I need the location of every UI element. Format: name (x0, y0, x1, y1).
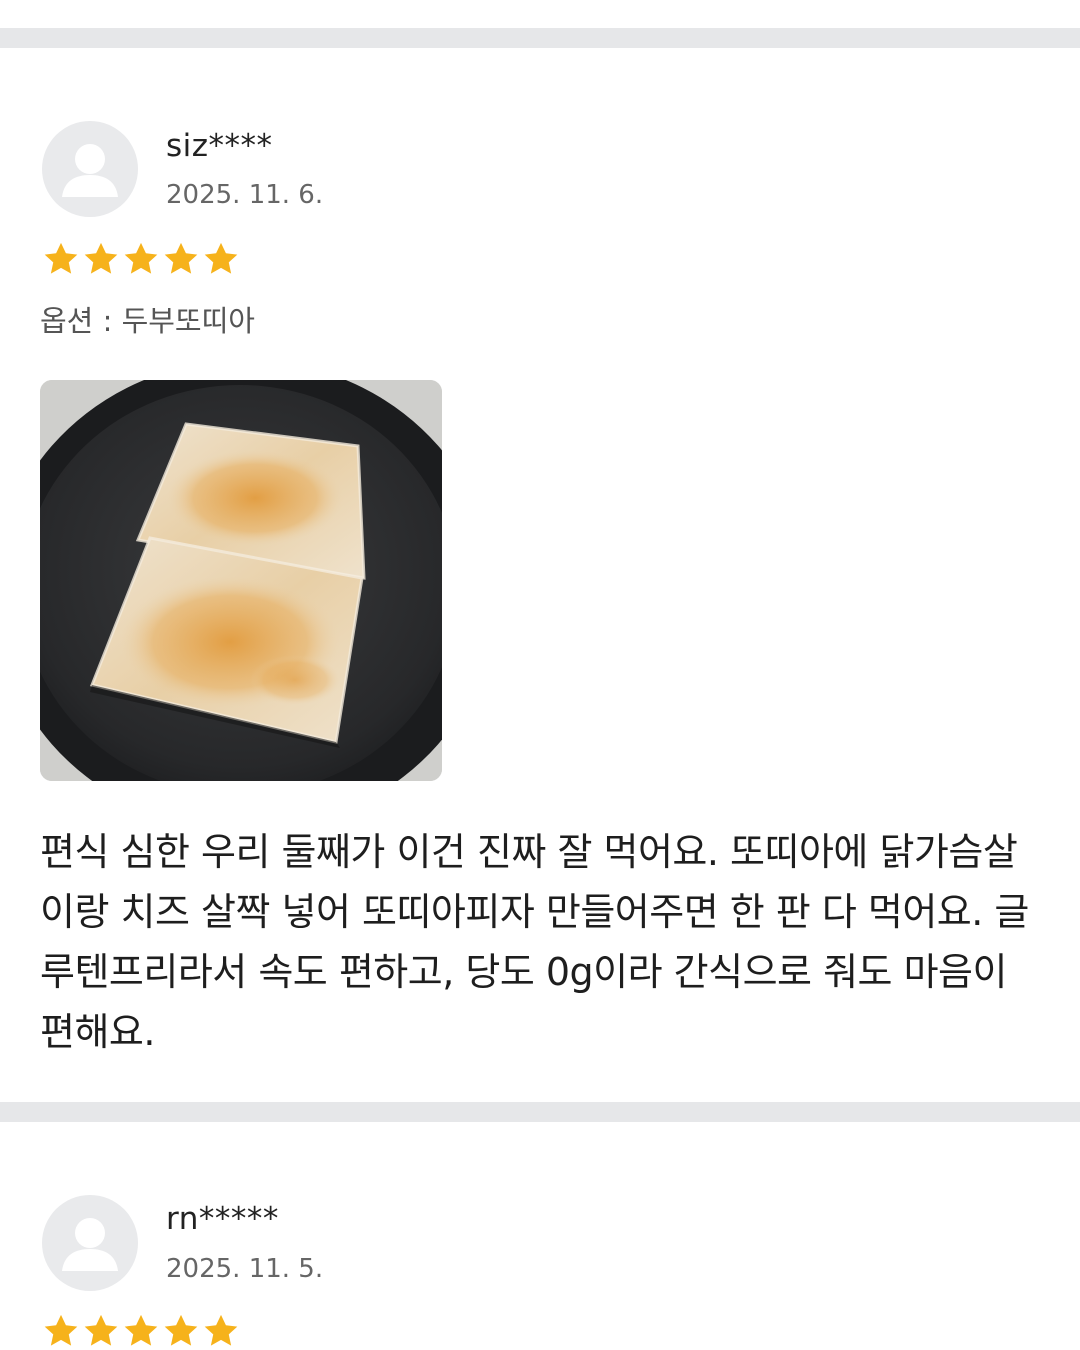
section-divider-top (0, 28, 1080, 48)
review-text: 편식 심한 우리 둘째가 이건 진짜 잘 먹어요. 또띠아에 닭가슴살이랑 치즈… (40, 830, 1029, 1054)
star-icon (124, 242, 158, 274)
star-rating (42, 1312, 240, 1350)
star-icon (164, 242, 198, 274)
star-icon (164, 1314, 198, 1346)
reviewer-name: siz**** (166, 128, 273, 164)
star-icon (204, 242, 238, 274)
avatar-icon (42, 1195, 138, 1291)
star-icon (124, 1314, 158, 1346)
star-icon (204, 1314, 238, 1346)
star-rating (42, 240, 240, 278)
star-icon (84, 242, 118, 274)
purchase-option: 옵션 : 두부또띠아 (40, 304, 255, 338)
star-icon (84, 1314, 118, 1346)
review-date: 2025. 11. 5. (166, 1254, 324, 1284)
star-icon (44, 1314, 78, 1346)
review-date: 2025. 11. 6. (166, 180, 324, 210)
star-icon (44, 242, 78, 274)
avatar-icon (42, 121, 138, 217)
reviewer-name: rn***** (166, 1201, 279, 1237)
review-photo[interactable] (40, 380, 442, 781)
section-divider (0, 1102, 1080, 1122)
